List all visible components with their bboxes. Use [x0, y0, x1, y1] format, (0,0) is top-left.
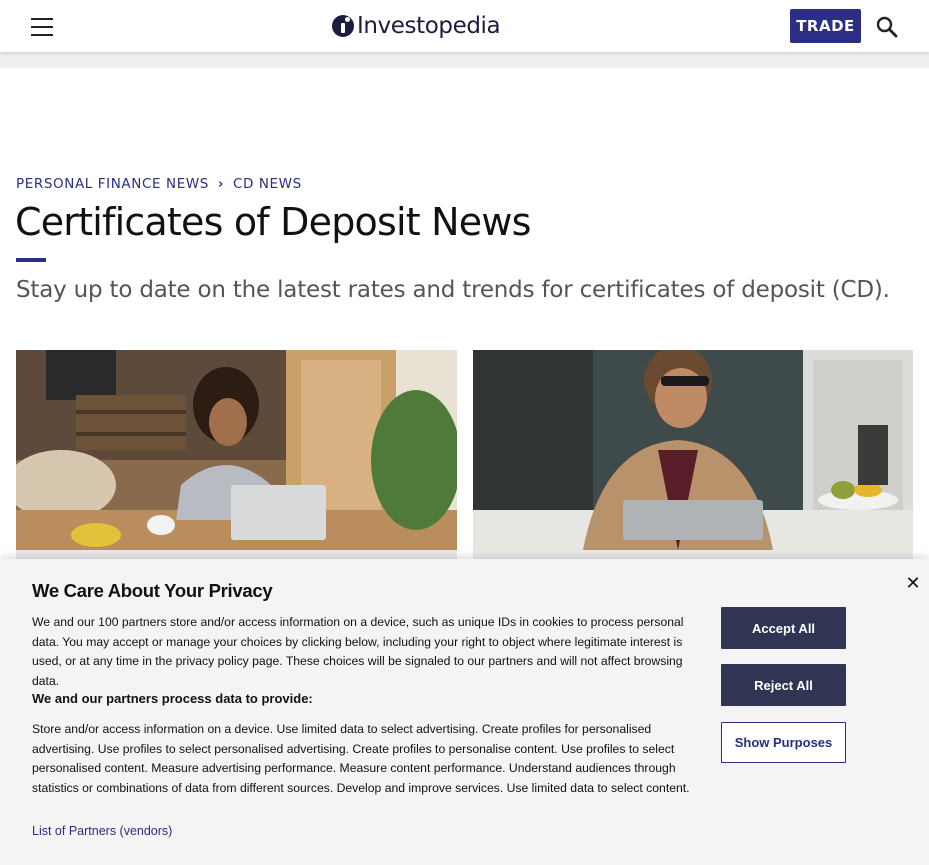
article-card-image-woman-laptop[interactable] — [16, 350, 457, 550]
show-purposes-button[interactable]: Show Purposes — [721, 722, 846, 763]
hamburger-menu-icon[interactable] — [30, 15, 54, 37]
site-logo[interactable]: Investopedia — [332, 11, 501, 41]
privacy-description: We and our 100 partners store and/or acc… — [32, 615, 684, 688]
article-card-image-man-writing[interactable] — [473, 350, 913, 550]
chevron-right-icon: › — [217, 176, 224, 192]
page-title: Certificates of Deposit News — [15, 200, 531, 244]
page-subtitle: Stay up to date on the latest rates and … — [16, 277, 890, 303]
logo-text: Investopedia — [357, 13, 501, 39]
ad-placeholder-strip — [0, 52, 929, 68]
breadcrumb: PERSONAL FINANCE NEWS › CD NEWS — [16, 176, 302, 192]
privacy-subheading: We and our partners process data to prov… — [32, 691, 313, 706]
breadcrumb-personal-finance-news[interactable]: PERSONAL FINANCE NEWS — [16, 176, 209, 192]
search-icon[interactable] — [874, 14, 900, 40]
close-icon[interactable]: ✕ — [905, 575, 921, 593]
investopedia-logo-icon — [332, 15, 354, 37]
privacy-consent-banner: We Care About Your Privacy ✕ We and our … — [0, 559, 929, 865]
breadcrumb-cd-news[interactable]: CD NEWS — [233, 176, 302, 192]
privacy-title: We Care About Your Privacy — [32, 580, 273, 601]
trade-button[interactable]: TRADE — [790, 9, 861, 43]
reject-all-button[interactable]: Reject All — [721, 664, 846, 706]
accept-all-button[interactable]: Accept All — [721, 607, 846, 649]
site-header: Investopedia TRADE — [0, 0, 929, 52]
title-underline — [16, 258, 46, 262]
privacy-purposes-text: Store and/or access information on a dev… — [32, 722, 690, 795]
partners-list-link[interactable]: List of Partners (vendors) — [32, 824, 172, 838]
